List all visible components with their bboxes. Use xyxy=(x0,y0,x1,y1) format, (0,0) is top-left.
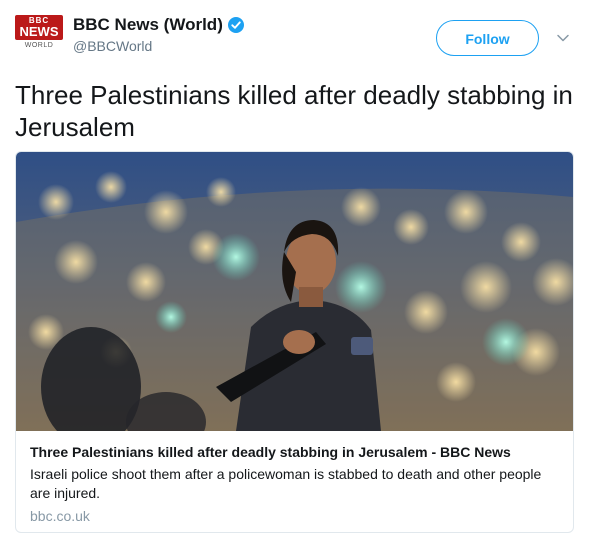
follow-button[interactable]: Follow xyxy=(436,20,539,56)
verified-badge-icon xyxy=(227,17,244,33)
chevron-down-icon[interactable] xyxy=(556,31,570,45)
logo-red-block: BBC NEWS xyxy=(15,15,63,40)
card-description: Israeli police shoot them after a police… xyxy=(30,466,542,501)
link-card[interactable]: Three Palestinians killed after deadly s… xyxy=(15,151,574,533)
tweet-text: Three Palestinians killed after deadly s… xyxy=(15,80,573,142)
card-title[interactable]: Three Palestinians killed after deadly s… xyxy=(30,444,560,460)
account-handle[interactable]: @BBCWorld xyxy=(73,38,152,54)
bbc-news-world-logo[interactable]: BBC NEWS WORLD xyxy=(15,15,63,55)
logo-text-news: NEWS xyxy=(19,24,59,39)
account-name-row: BBC News (World) xyxy=(73,15,244,35)
display-name[interactable]: BBC News (World) xyxy=(73,15,223,35)
logo-text-world: WORLD xyxy=(24,42,54,49)
card-photo xyxy=(16,152,573,431)
card-domain: bbc.co.uk xyxy=(30,508,90,524)
